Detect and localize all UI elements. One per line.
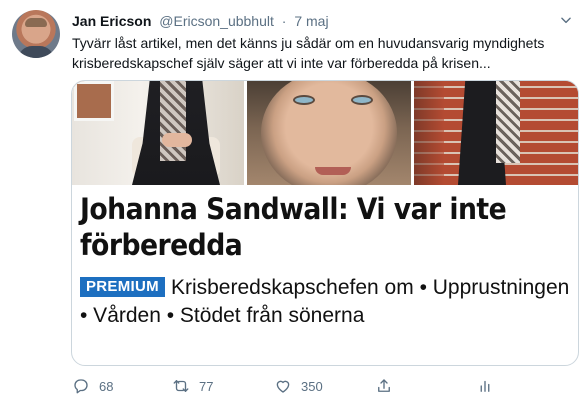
card-description: PREMIUM Krisberedskapschefen om • Upprust… — [80, 274, 576, 330]
retweet-count: 77 — [199, 378, 214, 394]
tweet-date[interactable]: 7 maj — [294, 13, 328, 29]
tweet-header: Jan Ericson @Ericson_ubbhult · 7 maj — [72, 12, 329, 30]
tweet-actions: 68 77 350 — [72, 374, 572, 398]
premium-badge: PREMIUM — [80, 277, 165, 297]
analytics-icon — [480, 380, 490, 392]
card-headline: Johanna Sandwall: Vi var inte förberedda — [80, 192, 507, 262]
retweet-button[interactable]: 77 — [172, 374, 213, 398]
retweet-icon — [173, 380, 189, 392]
like-button[interactable]: 350 — [274, 374, 323, 398]
link-card[interactable]: Johanna Sandwall: Vi var inte förberedda… — [71, 80, 579, 366]
analytics-button[interactable] — [476, 374, 494, 398]
author-name[interactable]: Jan Ericson — [72, 13, 151, 29]
share-button[interactable] — [375, 374, 393, 398]
card-photo-1 — [72, 81, 244, 185]
reply-button[interactable]: 68 — [72, 374, 113, 398]
avatar-hair — [25, 18, 47, 27]
like-count: 350 — [301, 378, 323, 394]
reply-icon — [74, 379, 88, 394]
tweet[interactable]: Jan Ericson @Ericson_ubbhult · 7 maj Tyv… — [0, 0, 586, 407]
card-photos — [72, 81, 578, 185]
card-photo-2 — [247, 81, 411, 185]
share-icon — [378, 379, 390, 392]
header-separator: · — [281, 13, 287, 29]
avatar-shirt — [18, 46, 54, 58]
heart-icon — [276, 380, 290, 393]
avatar[interactable] — [12, 10, 60, 58]
author-handle[interactable]: @Ericson_ubbhult — [159, 13, 274, 29]
chevron-down-icon — [561, 17, 571, 24]
card-photo-3 — [414, 81, 578, 185]
reply-count: 68 — [99, 378, 114, 394]
tweet-menu-button[interactable] — [556, 10, 576, 30]
tweet-text: Tyvärr låst artikel, men det känns ju så… — [72, 35, 545, 71]
